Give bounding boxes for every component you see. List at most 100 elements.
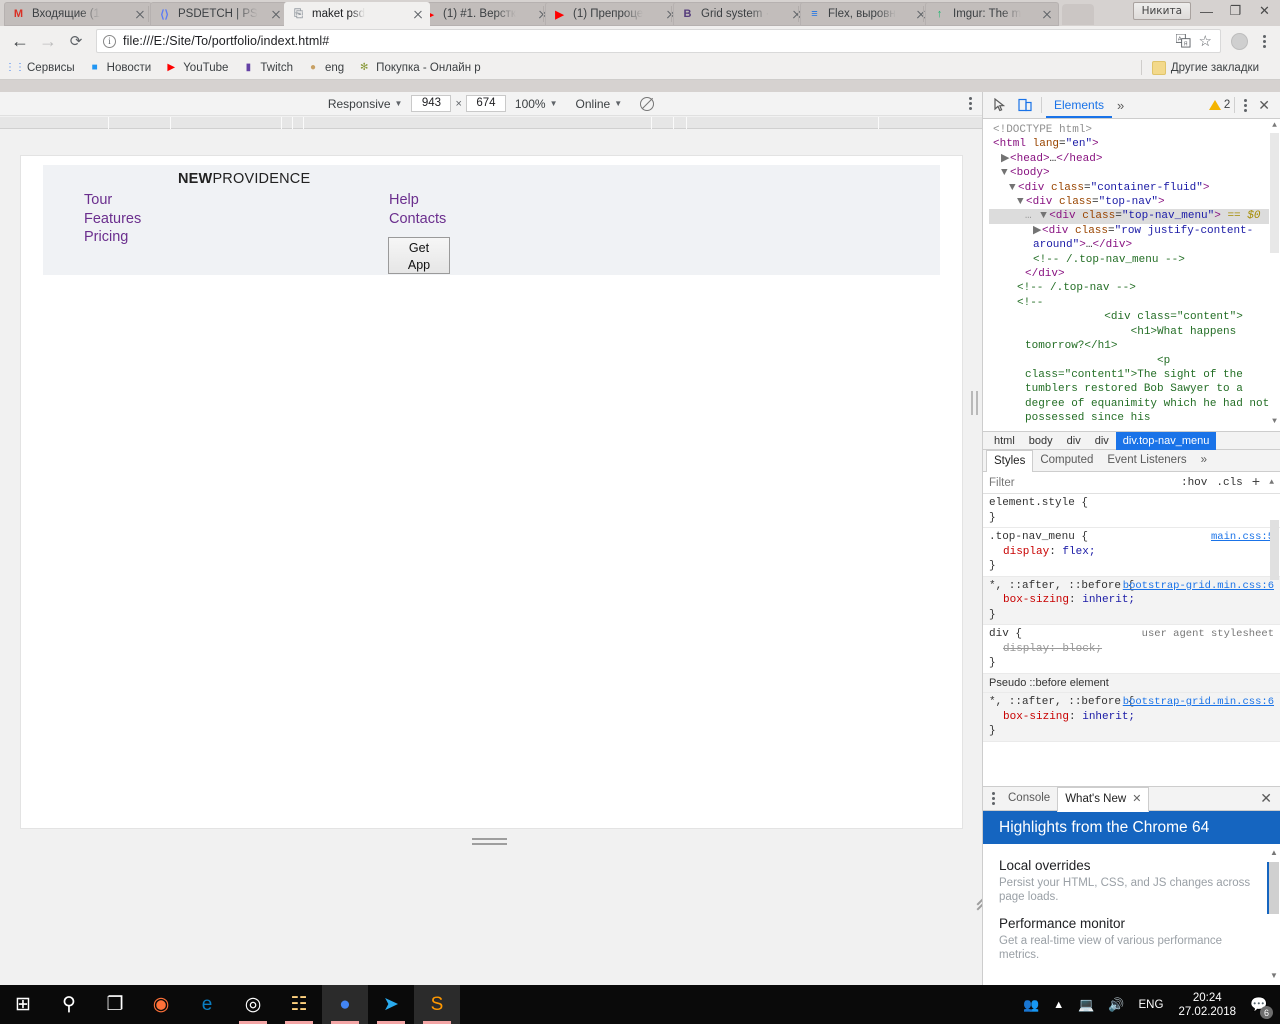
css-declaration[interactable]: display: flex; <box>989 545 1274 560</box>
dom-node[interactable]: </div> <box>989 267 1278 281</box>
close-tab-icon[interactable] <box>132 6 148 22</box>
device-selector[interactable]: Responsive ▼ <box>328 97 403 111</box>
drawer-tab-what-s-new[interactable]: What's New✕ <box>1057 787 1149 812</box>
whats-new-item[interactable]: Performance monitorGet a real-time view … <box>999 916 1265 962</box>
action-center-icon[interactable]: 💬 6 <box>1244 985 1274 1024</box>
file-explorer-icon[interactable]: ☷ <box>276 985 322 1024</box>
drawer-tab-console[interactable]: Console <box>1001 787 1057 810</box>
dom-node[interactable]: <p class="content1">The sight of the tum… <box>989 354 1278 426</box>
browser-tab[interactable]: ⟨⟩PSDETCH | PS <box>150 2 288 26</box>
css-declaration[interactable]: box-sizing: inherit; <box>989 710 1274 725</box>
css-source-link[interactable]: main.css:5 <box>1211 530 1274 545</box>
other-bookmarks-button[interactable]: Другие закладки <box>1152 61 1259 75</box>
browser-tab[interactable]: ⎘maket psd <box>284 2 430 26</box>
opera-icon[interactable]: ◎ <box>230 985 276 1024</box>
filter-input[interactable]: Filter <box>989 477 1015 489</box>
clock[interactable]: 20:24 27.02.2018 <box>1170 991 1244 1019</box>
css-rule[interactable]: element.style {} <box>983 494 1280 528</box>
translate-icon[interactable]: A Я <box>1176 34 1191 48</box>
device-viewport[interactable]: NEWPROVIDENCE TourFeaturesPricing HelpCo… <box>20 155 963 829</box>
show-hidden-icons-icon[interactable]: ▲ <box>1046 985 1071 1024</box>
page-nav-link-help[interactable]: Help <box>389 191 446 210</box>
styles-more-icon[interactable]: » <box>1194 450 1214 471</box>
breadcrumb-item[interactable]: div.top-nav_menu <box>1116 432 1217 450</box>
bookmark-item[interactable]: ⋮⋮Сервисы <box>8 61 75 75</box>
browser-tab[interactable]: ▶(1) #1. Верстк <box>415 2 555 26</box>
get-app-button[interactable]: Get App <box>388 237 450 274</box>
page-nav-link-contacts[interactable]: Contacts <box>389 210 446 229</box>
whats-new-scroll-down-icon[interactable]: ▼ <box>1269 971 1279 980</box>
new-tab-button[interactable] <box>1062 4 1094 25</box>
telegram-icon[interactable]: ➤ <box>368 985 414 1024</box>
whats-new-item[interactable]: Local overridesPersist your HTML, CSS, a… <box>999 858 1265 904</box>
browser-tab[interactable]: ▶(1) Препроце <box>545 2 683 26</box>
warning-indicator[interactable]: 2 <box>1209 99 1230 111</box>
whats-new-scrollbar[interactable]: ▲ ▼ <box>1269 848 1279 980</box>
zoom-selector[interactable]: 100% ▼ <box>515 97 558 111</box>
dom-node[interactable]: <h1>What happens tomorrow?</h1> <box>989 325 1278 354</box>
styles-scroll-thumb[interactable] <box>1270 520 1279 580</box>
dom-tree[interactable]: <!DOCTYPE html><html lang="en">▶ <head>…… <box>983 119 1280 431</box>
dom-scrollbar[interactable]: ▲ ▼ <box>1269 119 1280 431</box>
firefox-icon[interactable]: ◉ <box>138 985 184 1024</box>
network-icon[interactable]: 💻 <box>1071 985 1101 1024</box>
dom-node[interactable]: ▼ <div class="top-nav"> <box>989 195 1278 209</box>
dom-node[interactable]: <div class="content"> <box>989 310 1278 324</box>
chrome-menu-icon[interactable] <box>1254 35 1274 48</box>
sublime-text-icon[interactable]: S <box>414 985 460 1024</box>
dom-scroll-thumb[interactable] <box>1270 133 1279 253</box>
profile-button[interactable]: Никита <box>1133 2 1191 20</box>
css-rule[interactable]: *, ::after, ::before {bootstrap-grid.min… <box>983 693 1280 742</box>
page-nav-link-features[interactable]: Features <box>84 210 141 229</box>
css-source-link[interactable]: bootstrap-grid.min.css:6 <box>1123 579 1274 594</box>
close-tab-icon[interactable] <box>268 6 284 22</box>
dom-node[interactable]: ▼ <div class="container-fluid"> <box>989 181 1278 195</box>
breadcrumb-item[interactable]: div <box>1060 432 1088 450</box>
css-source-link[interactable]: bootstrap-grid.min.css:6 <box>1123 695 1274 710</box>
css-rule[interactable]: *, ::after, ::before {bootstrap-grid.min… <box>983 577 1280 626</box>
bookmark-item[interactable]: ●eng <box>306 61 344 75</box>
close-devtools-icon[interactable]: ✕ <box>1252 97 1276 114</box>
volume-icon[interactable]: 🔊 <box>1101 985 1131 1024</box>
start-button[interactable]: ⊞ <box>0 985 46 1024</box>
toggle-device-toolbar-icon[interactable] <box>1012 93 1037 117</box>
no-throttling-icon[interactable] <box>640 97 654 111</box>
scroll-down-icon[interactable]: ▼ <box>1269 415 1280 429</box>
bookmark-item[interactable]: ▮Twitch <box>241 61 293 75</box>
whats-new-scroll-up-icon[interactable]: ▲ <box>1269 848 1279 857</box>
css-declaration[interactable]: box-sizing: inherit; <box>989 593 1274 608</box>
close-drawer-icon[interactable]: ✕ <box>1254 790 1278 807</box>
inspect-element-icon[interactable] <box>987 93 1012 117</box>
tab-elements[interactable]: Elements <box>1046 92 1112 118</box>
dom-node[interactable]: <!-- <box>989 296 1278 310</box>
maximize-button[interactable]: ❐ <box>1222 1 1249 21</box>
back-arrow-icon[interactable]: ← <box>6 27 34 55</box>
bookmark-item[interactable]: ▶YouTube <box>164 61 228 75</box>
dom-node[interactable]: ▶ <div class="row justify-content-around… <box>989 224 1278 253</box>
dom-node[interactable]: ▶ <head>…</head> <box>989 152 1278 166</box>
dom-node[interactable]: <html lang="en"> <box>989 137 1278 151</box>
browser-tab[interactable]: MВходящие (1 <box>4 2 152 26</box>
close-window-button[interactable]: ✕ <box>1251 1 1278 21</box>
search-icon[interactable]: ⚲ <box>46 985 92 1024</box>
devtools-menu-icon[interactable] <box>1244 99 1247 112</box>
task-view-icon[interactable]: ❐ <box>92 985 138 1024</box>
css-declaration[interactable]: display: block; <box>989 642 1274 657</box>
dom-node[interactable]: ▼ <body> <box>989 166 1278 180</box>
reload-icon[interactable]: ⟳ <box>62 27 90 55</box>
viewport-resize-handle-bottom[interactable] <box>472 838 507 848</box>
devtools-resize-handle[interactable] <box>969 390 979 416</box>
throttling-selector[interactable]: Online ▼ <box>576 97 623 111</box>
close-drawer-tab-icon[interactable]: ✕ <box>1132 788 1141 811</box>
minimize-button[interactable]: — <box>1193 1 1220 21</box>
browser-tab[interactable]: BGrid system · <box>673 2 809 26</box>
new-style-rule-button[interactable]: + <box>1252 475 1260 491</box>
hov-toggle[interactable]: :hov <box>1181 477 1207 489</box>
breadcrumb-item[interactable]: body <box>1022 432 1060 450</box>
chrome-icon[interactable]: ● <box>322 985 368 1024</box>
styles-scroll-up-icon[interactable]: ▲ <box>1269 478 1274 487</box>
close-tab-icon[interactable] <box>410 6 426 22</box>
whats-new-scroll-thumb[interactable] <box>1269 862 1279 914</box>
css-rule[interactable]: div {user agent stylesheetdisplay: block… <box>983 625 1280 674</box>
styles-tab-event-listeners[interactable]: Event Listeners <box>1100 450 1193 471</box>
